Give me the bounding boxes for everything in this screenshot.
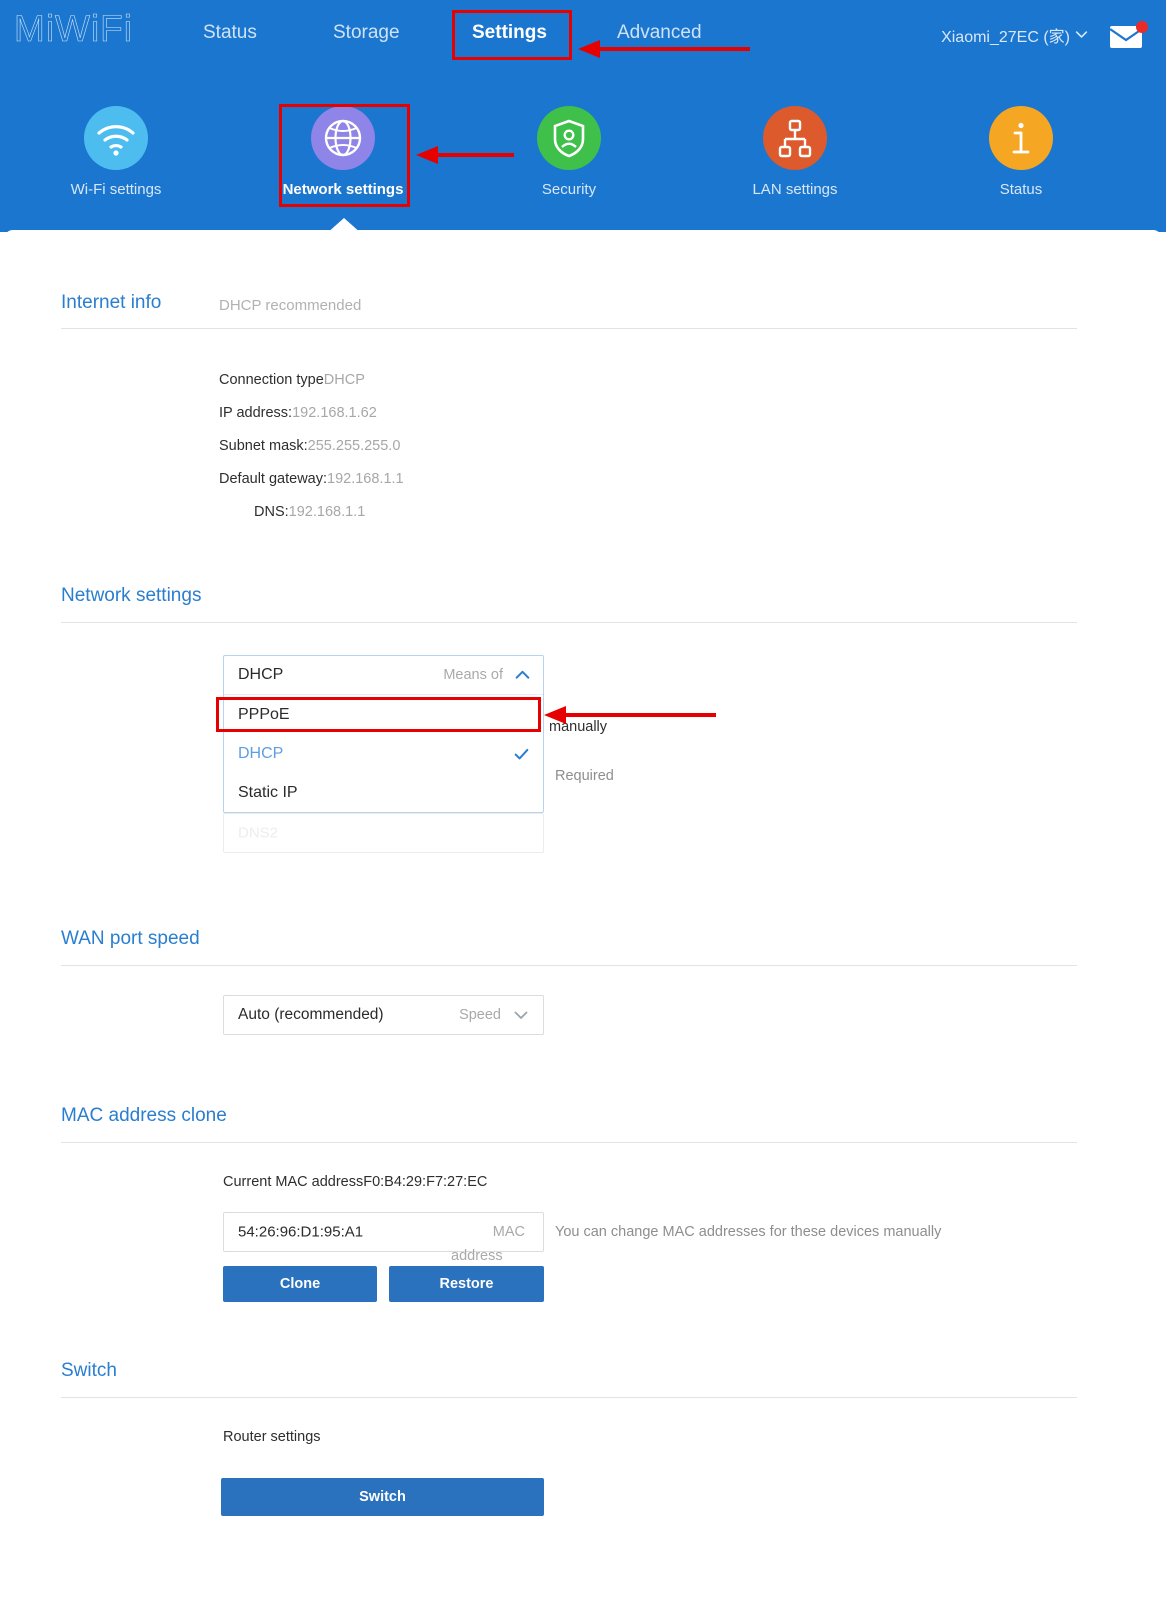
mac-clone-side-note: You can change MAC addresses for these d… — [555, 1224, 942, 1240]
settings-icon-nav: Wi-Fi settings Network settings Security… — [0, 98, 1166, 213]
mac-address-input[interactable]: 54:26:96:D1:95:A1 MAC — [223, 1212, 544, 1252]
divider — [61, 1142, 1077, 1143]
icon-nav-security[interactable]: Security — [494, 98, 644, 198]
checkmark-icon — [513, 745, 530, 762]
icon-nav-network-settings[interactable]: Network settings — [268, 98, 418, 198]
icon-nav-label: Security — [541, 181, 597, 198]
chevron-down-icon[interactable] — [513, 1007, 529, 1023]
info-value: DHCP — [323, 372, 365, 388]
switch-button[interactable]: Switch — [221, 1478, 544, 1516]
info-value: 192.168.1.1 — [327, 471, 404, 487]
brand-logo: MiWiFi — [14, 8, 134, 50]
dropdown-option-pppoe[interactable]: PPPoE — [224, 695, 543, 734]
info-value: 255.255.255.0 — [307, 438, 401, 454]
current-mac-label: Current MAC address — [223, 1174, 364, 1190]
info-row-default-gateway: Default gateway:192.168.1.1 — [219, 471, 404, 487]
wan-speed-dropdown[interactable]: Auto (recommended) Speed — [223, 995, 544, 1035]
icon-nav-label: Status — [999, 181, 1043, 198]
divider — [61, 622, 1077, 623]
info-value: 192.168.1.1 — [288, 504, 366, 520]
section-title-switch: Switch — [61, 1360, 117, 1381]
clone-button[interactable]: Clone — [223, 1266, 377, 1302]
dropdown-selected-value: DHCP — [238, 666, 284, 683]
miwifi-network-settings-page: MiWiFi Status Storage Settings Advanced … — [0, 0, 1166, 1608]
current-mac-value: F0:B4:29:F7:27:EC — [363, 1174, 488, 1190]
dns2-placeholder: DNS2 — [238, 824, 279, 842]
mac-address-input-suffix: MAC — [492, 1224, 525, 1240]
icon-nav-wifi-settings[interactable]: Wi-Fi settings — [41, 98, 191, 198]
section-title-internet-info: Internet info — [61, 292, 162, 313]
info-row-subnet-mask: Subnet mask:255.255.255.0 — [219, 438, 400, 454]
router-settings-label: Router settings — [223, 1429, 321, 1445]
wan-speed-selected-value: Auto (recommended) — [238, 1006, 384, 1023]
info-row-dns: DNS:192.168.1.1 — [254, 504, 365, 520]
info-label: DNS: — [254, 504, 289, 520]
shield-icon — [537, 106, 601, 170]
wifi-icon — [84, 106, 148, 170]
info-icon — [989, 106, 1053, 170]
chevron-up-icon[interactable] — [514, 667, 531, 684]
internet-info-note: DHCP recommended — [219, 297, 362, 314]
info-row-ip-address: IP address:192.168.1.62 — [219, 405, 377, 421]
nav-item-advanced[interactable]: Advanced — [617, 22, 702, 44]
notification-badge — [1136, 21, 1148, 33]
divider — [61, 965, 1077, 966]
globe-icon — [311, 106, 375, 170]
mac-address-input-value: 54:26:96:D1:95:A1 — [238, 1223, 364, 1241]
info-label: Connection type — [219, 372, 324, 388]
current-mac-address-row: Current MAC addressF0:B4:29:F7:27:EC — [223, 1174, 487, 1190]
note-manually: manually — [549, 719, 608, 735]
info-value: 192.168.1.62 — [292, 405, 377, 421]
info-row-connection-type: Connection typeDHCP — [219, 372, 365, 388]
icon-nav-label: Network settings — [282, 181, 404, 198]
nav-item-storage[interactable]: Storage — [333, 22, 400, 44]
icon-nav-label: Wi-Fi settings — [70, 181, 162, 198]
connection-type-dropdown[interactable]: DHCP Means of PPPoE DHCP Static IP — [223, 655, 544, 813]
dropdown-option-dhcp[interactable]: DHCP — [224, 734, 543, 773]
dropdown-option-static-ip[interactable]: Static IP — [224, 773, 543, 812]
dropdown-option-label: Static IP — [238, 783, 298, 801]
info-label: Subnet mask: — [219, 438, 308, 454]
icon-nav-lan-settings[interactable]: LAN settings — [720, 98, 870, 198]
dropdown-hint: Means of — [443, 667, 503, 683]
envelope-icon[interactable] — [1106, 20, 1152, 52]
section-title-mac-address-clone: MAC address clone — [61, 1105, 227, 1126]
restore-button[interactable]: Restore — [389, 1266, 544, 1302]
wan-speed-hint: Speed — [459, 1007, 501, 1023]
info-label: IP address: — [219, 405, 293, 421]
top-navigation-bar: MiWiFi Status Storage Settings Advanced … — [0, 0, 1166, 70]
icon-nav-status[interactable]: Status — [946, 98, 1096, 198]
dropdown-trigger[interactable]: DHCP Means of — [224, 656, 543, 695]
section-title-network-settings: Network settings — [61, 585, 202, 606]
dns2-field[interactable]: DNS2 — [223, 813, 544, 853]
content-panel: Internet info DHCP recommended Connectio… — [4, 230, 1162, 1608]
note-required: Required — [555, 768, 614, 784]
dropdown-option-label: PPPoE — [238, 705, 290, 723]
info-label: Default gateway: — [219, 471, 328, 487]
chevron-down-icon[interactable] — [1075, 28, 1088, 41]
dropdown-option-label: DHCP — [238, 744, 284, 762]
section-title-wan-port-speed: WAN port speed — [61, 928, 200, 949]
icon-nav-label: LAN settings — [752, 181, 838, 198]
nav-item-status[interactable]: Status — [203, 22, 257, 44]
divider — [61, 1397, 1077, 1398]
mac-address-input-suffix-overflow: address — [451, 1248, 503, 1264]
nav-item-settings[interactable]: Settings — [472, 22, 547, 44]
network-icon — [763, 106, 827, 170]
divider — [61, 328, 1077, 329]
account-name[interactable]: Xiaomi_27EC (家) — [941, 23, 1070, 47]
